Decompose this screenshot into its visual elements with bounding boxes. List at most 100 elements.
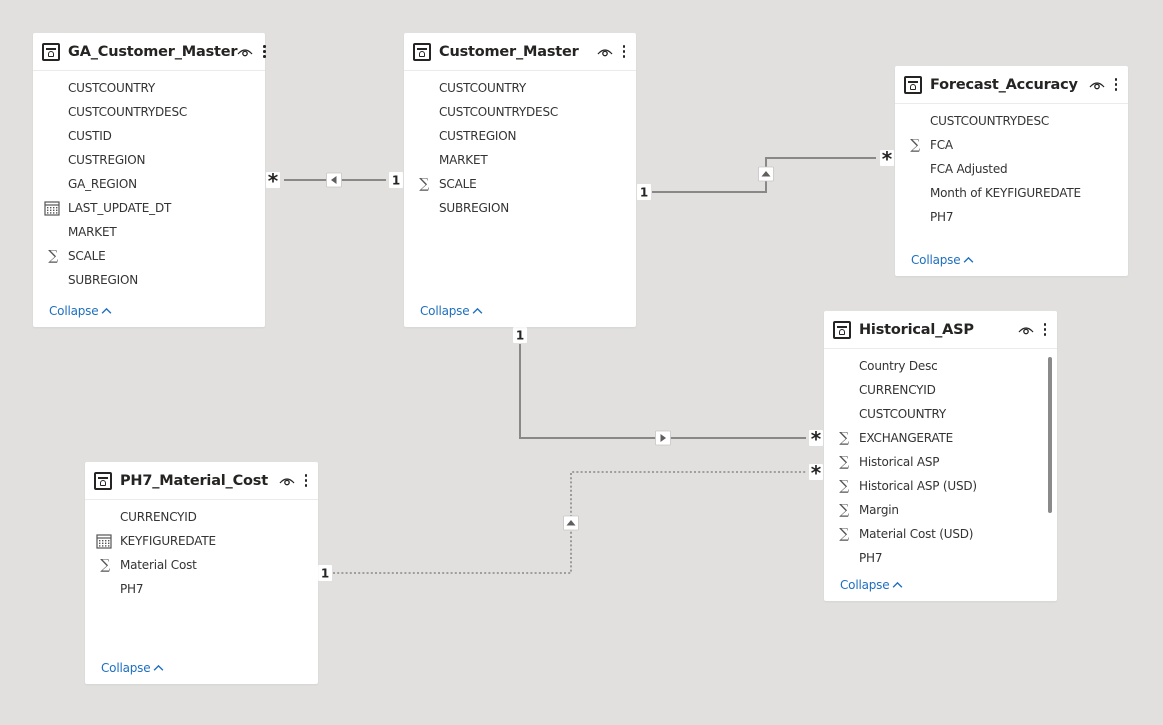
collapse-button[interactable]: Collapse bbox=[101, 661, 164, 675]
field-name: CURRENCYID bbox=[859, 383, 936, 397]
collapse-button[interactable]: Collapse bbox=[49, 304, 112, 318]
table-card-header[interactable]: Historical_ASP bbox=[824, 311, 1057, 349]
table-icon bbox=[413, 42, 431, 61]
table-card-ga-customer-master[interactable]: GA_Customer_Master CUSTCOUNTRY CUSTCOUNTRY… bbox=[33, 33, 266, 327]
sigma-icon: ∑ bbox=[839, 502, 849, 518]
collapse-label: Collapse bbox=[911, 253, 961, 267]
field-row[interactable]: MARKET bbox=[404, 148, 636, 172]
field-row[interactable]: LAST_UPDATE_DT bbox=[33, 196, 265, 220]
relationship-line-forecast[interactable] bbox=[652, 157, 876, 193]
svg-text:1: 1 bbox=[321, 567, 329, 581]
field-row[interactable]: PH7 bbox=[85, 577, 318, 601]
field-row[interactable]: MARKET bbox=[33, 220, 265, 244]
field-row[interactable]: FCA Adjusted bbox=[895, 157, 1128, 181]
table-card-header[interactable]: Customer_Master bbox=[404, 33, 636, 71]
field-row[interactable]: CUSTREGION bbox=[404, 124, 636, 148]
field-row[interactable]: CUSTCOUNTRY bbox=[404, 76, 636, 100]
table-icon bbox=[42, 42, 60, 61]
field-name: LAST_UPDATE_DT bbox=[68, 201, 172, 215]
field-row[interactable]: CUSTCOUNTRYDESC bbox=[895, 109, 1128, 133]
field-row[interactable]: ∑ SCALE bbox=[33, 244, 265, 268]
field-list: CUSTCOUNTRY CUSTCOUNTRYDESC CUSTID CUSTREGI… bbox=[33, 71, 265, 292]
field-name: CUSTCOUNTRY bbox=[859, 407, 947, 421]
field-name: CUSTCOUNTRY bbox=[68, 81, 156, 95]
sigma-icon: ∑ bbox=[419, 176, 429, 192]
eye-icon[interactable] bbox=[597, 46, 613, 58]
field-row[interactable]: ∑ Margin bbox=[824, 498, 1057, 522]
more-options-icon[interactable] bbox=[1043, 322, 1047, 337]
field-row[interactable]: CUSTCOUNTRY bbox=[824, 402, 1057, 426]
field-name: KEYFIGUREDATE bbox=[120, 534, 216, 548]
field-row[interactable]: ∑ EXCHANGERATE bbox=[824, 426, 1057, 450]
more-options-icon[interactable] bbox=[1114, 77, 1118, 92]
field-row[interactable]: Month of KEYFIGUREDATE bbox=[895, 181, 1128, 205]
svg-text:*: * bbox=[811, 427, 822, 451]
field-name: SCALE bbox=[68, 249, 106, 263]
table-title: Historical_ASP bbox=[859, 321, 974, 338]
more-options-icon[interactable] bbox=[622, 44, 626, 59]
chevron-up-icon bbox=[154, 664, 164, 671]
field-row[interactable]: CURRENCYID bbox=[85, 505, 318, 529]
field-row[interactable]: KEYFIGUREDATE bbox=[85, 529, 318, 553]
collapse-label: Collapse bbox=[840, 578, 890, 592]
collapse-button[interactable]: Collapse bbox=[911, 253, 974, 267]
field-name: Material Cost (USD) bbox=[859, 527, 974, 541]
svg-text:1: 1 bbox=[392, 174, 400, 188]
table-card-forecast-accuracy[interactable]: Forecast_Accuracy CUSTCOUNTRYDESC ∑ FCA FCA … bbox=[895, 66, 1128, 276]
collapse-button[interactable]: Collapse bbox=[840, 578, 903, 592]
more-options-icon[interactable] bbox=[304, 473, 308, 488]
field-row[interactable]: CUSTCOUNTRY bbox=[33, 76, 265, 100]
table-card-header[interactable]: Forecast_Accuracy bbox=[895, 66, 1128, 104]
collapse-button[interactable]: Collapse bbox=[420, 304, 483, 318]
field-row[interactable]: Country Desc bbox=[824, 354, 1057, 378]
svg-text:*: * bbox=[882, 147, 893, 171]
more-options-icon[interactable] bbox=[262, 44, 266, 59]
table-card-header[interactable]: GA_Customer_Master bbox=[33, 33, 266, 71]
field-name: CUSTID bbox=[68, 129, 112, 143]
field-name: MARKET bbox=[68, 225, 117, 239]
table-card-ph7-material-cost[interactable]: PH7_Material_Cost CURRENCYID KEYFIGUREDATE… bbox=[85, 462, 318, 684]
field-row[interactable]: GA_REGION bbox=[33, 172, 265, 196]
field-row[interactable]: PH7 bbox=[895, 205, 1128, 229]
sigma-icon: ∑ bbox=[100, 557, 110, 573]
field-name: CUSTREGION bbox=[439, 129, 517, 143]
field-row[interactable]: PH7 bbox=[824, 546, 1057, 570]
field-row[interactable]: CUSTCOUNTRYDESC bbox=[404, 100, 636, 124]
field-name: Margin bbox=[859, 503, 899, 517]
field-row[interactable]: CUSTID bbox=[33, 124, 265, 148]
field-name: CUSTCOUNTRYDESC bbox=[439, 105, 559, 119]
model-canvas[interactable]: * 1 1 * 1 * 1 * GA_Customer_Master CUSTCOUNTRY CU… bbox=[0, 0, 1163, 725]
cardinality-many-marker: * bbox=[809, 461, 823, 485]
field-row[interactable]: CURRENCYID bbox=[824, 378, 1057, 402]
field-row[interactable]: ∑ Historical ASP (USD) bbox=[824, 474, 1057, 498]
cardinality-many-marker: * bbox=[266, 169, 280, 193]
filter-direction-arrow-icon bbox=[326, 172, 342, 188]
chevron-up-icon bbox=[893, 581, 903, 588]
svg-text:1: 1 bbox=[516, 329, 524, 343]
scrollbar-thumb[interactable] bbox=[1048, 357, 1052, 513]
field-row[interactable]: CUSTCOUNTRYDESC bbox=[33, 100, 265, 124]
eye-icon[interactable] bbox=[1018, 324, 1034, 336]
field-row[interactable]: CUSTREGION bbox=[33, 148, 265, 172]
field-name: CURRENCYID bbox=[120, 510, 197, 524]
table-icon bbox=[904, 75, 922, 94]
cardinality-one-marker: 1 bbox=[389, 172, 403, 188]
eye-icon[interactable] bbox=[279, 475, 295, 487]
eye-icon[interactable] bbox=[1089, 79, 1105, 91]
collapse-label: Collapse bbox=[49, 304, 99, 318]
svg-text:*: * bbox=[811, 461, 822, 485]
field-name: CUSTCOUNTRY bbox=[439, 81, 527, 95]
field-row[interactable]: ∑ SCALE bbox=[404, 172, 636, 196]
field-row[interactable]: SUBREGION bbox=[33, 268, 265, 292]
relationship-line-historical[interactable] bbox=[519, 344, 806, 439]
table-card-header[interactable]: PH7_Material_Cost bbox=[85, 462, 318, 500]
eye-icon[interactable] bbox=[237, 46, 253, 58]
field-row[interactable]: ∑ Material Cost (USD) bbox=[824, 522, 1057, 546]
field-row[interactable]: ∑ Historical ASP bbox=[824, 450, 1057, 474]
field-row[interactable]: ∑ Material Cost bbox=[85, 553, 318, 577]
field-row[interactable]: ∑ FCA bbox=[895, 133, 1128, 157]
relationship-line-material-inactive[interactable] bbox=[333, 471, 806, 574]
table-card-historical-asp[interactable]: Historical_ASP Country Desc CURRENCYID CUST… bbox=[824, 311, 1057, 601]
table-card-customer-master[interactable]: Customer_Master CUSTCOUNTRY CUSTCOUNTRYDES… bbox=[404, 33, 636, 327]
field-row[interactable]: SUBREGION bbox=[404, 196, 636, 220]
